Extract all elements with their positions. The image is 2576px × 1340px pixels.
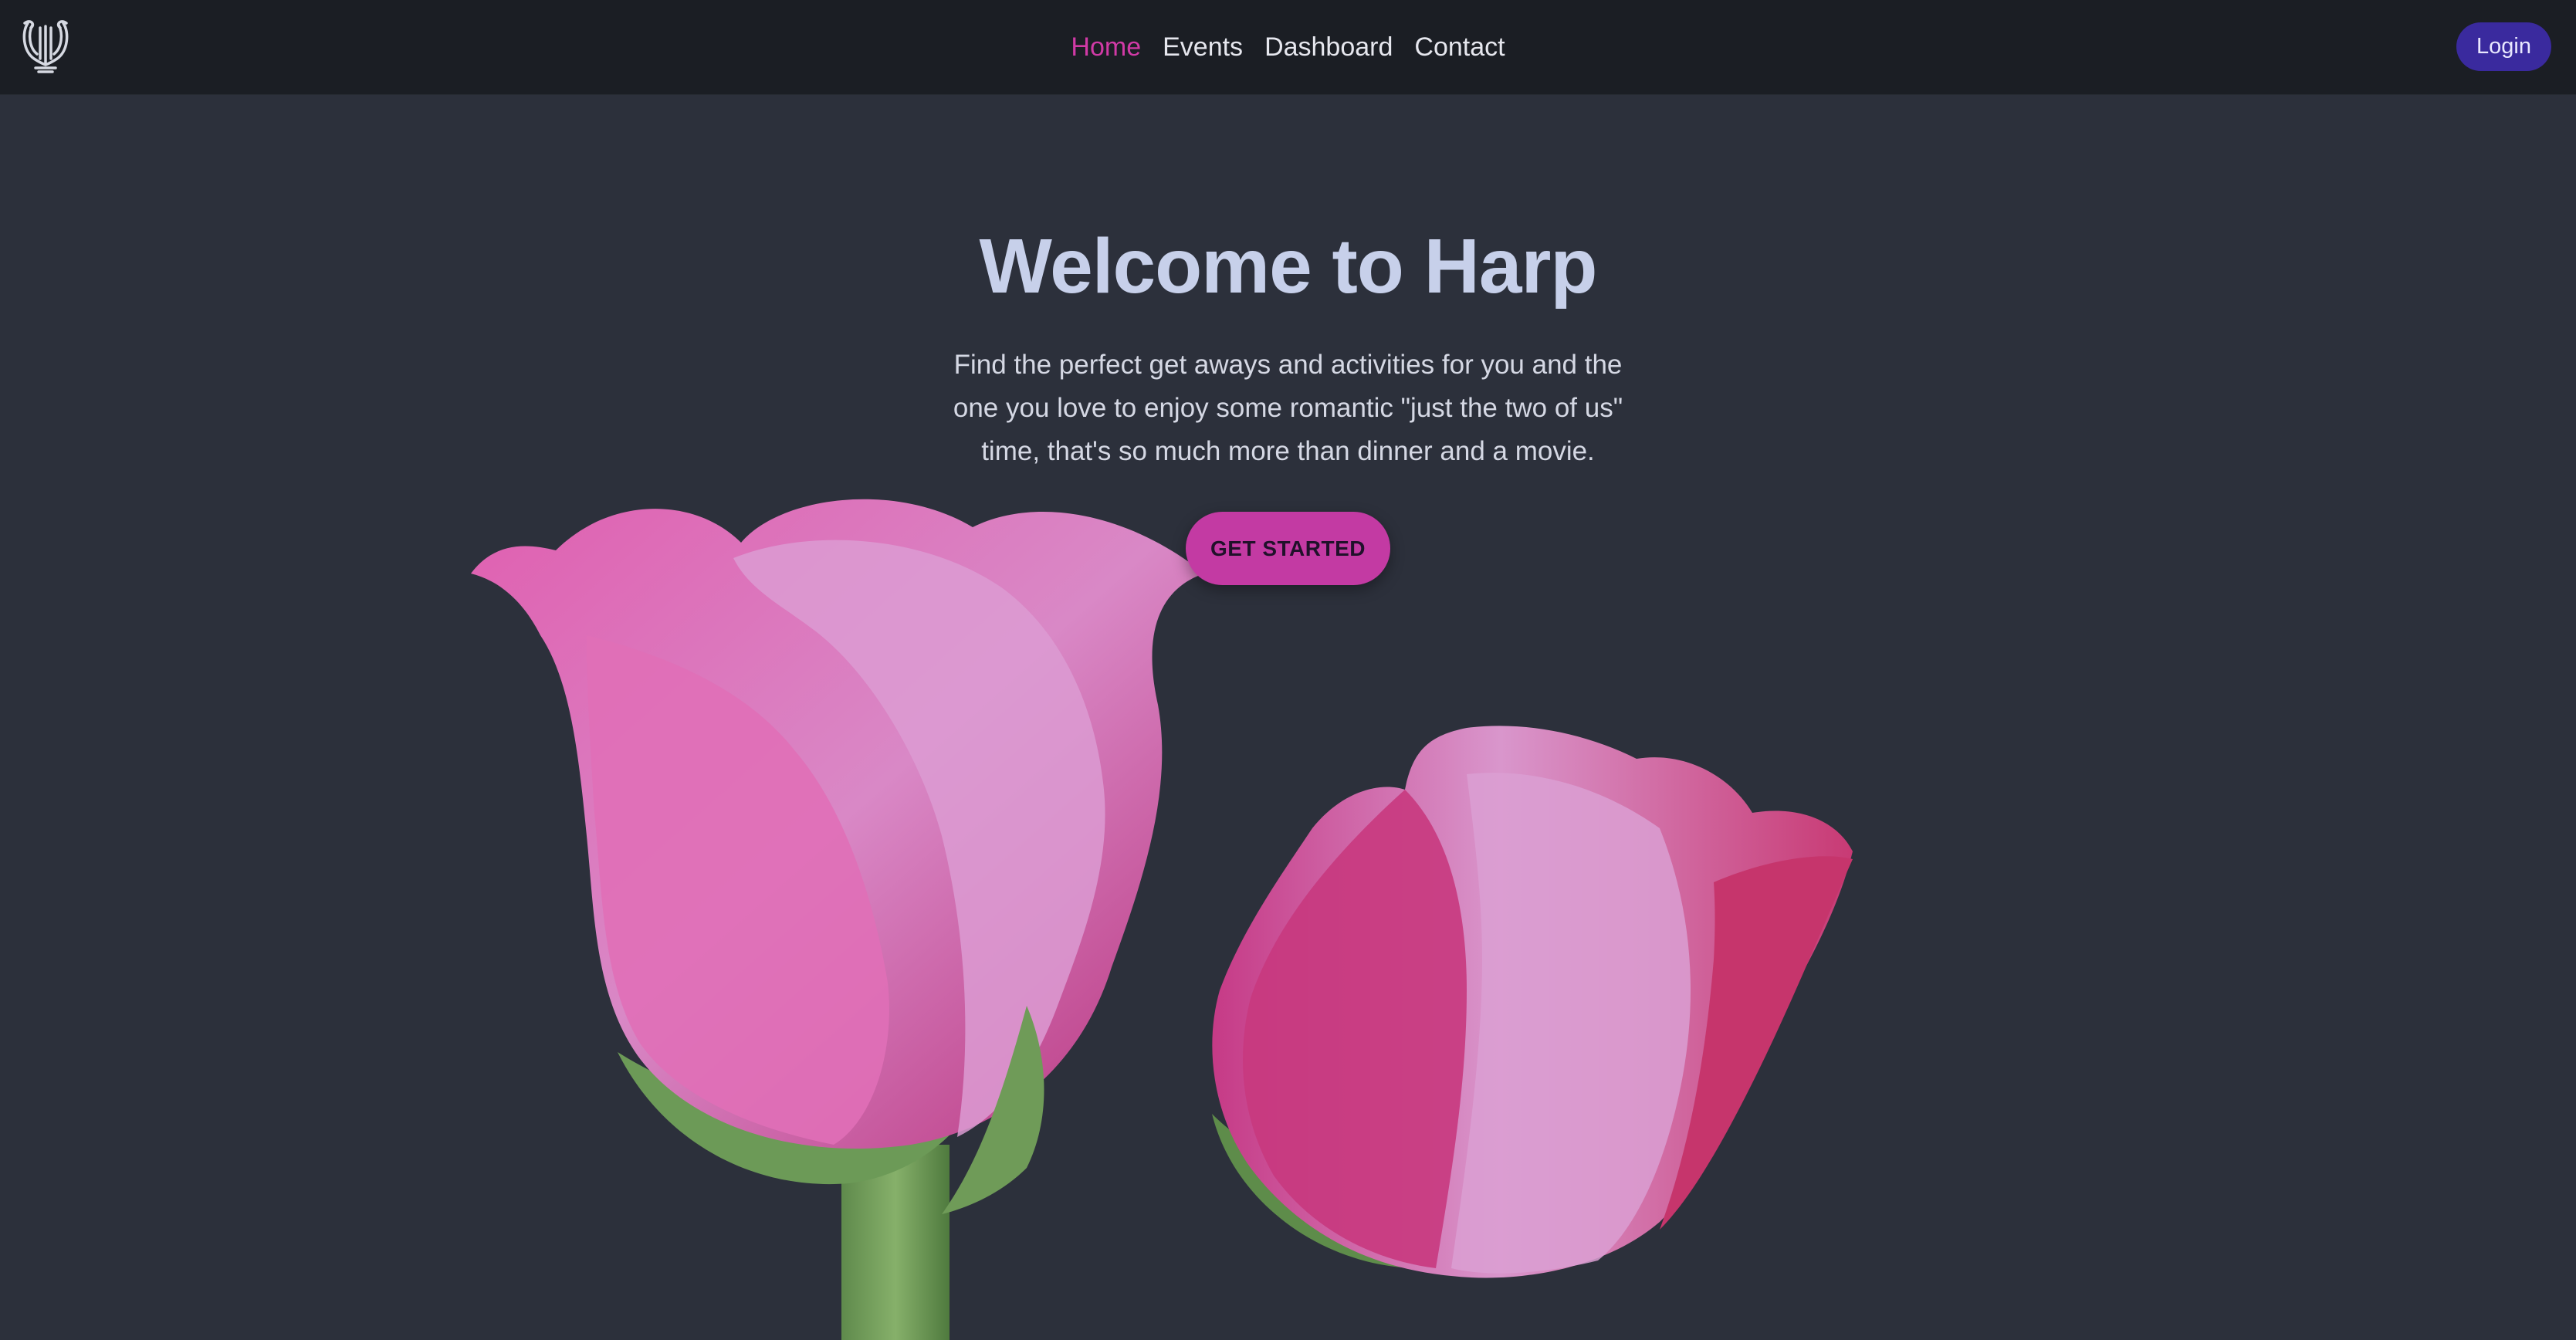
hero-content: Welcome to Harp Find the perfect get awa… (0, 220, 2576, 585)
hero-title: Welcome to Harp (979, 223, 1598, 310)
nav-link-dashboard[interactable]: Dashboard (1263, 32, 1394, 63)
top-navbar: Home Events Dashboard Contact Login (0, 0, 2576, 95)
nav-link-events[interactable]: Events (1161, 32, 1244, 63)
login-button[interactable]: Login (2456, 22, 2551, 71)
hero-description: Find the perfect get aways and activitie… (953, 350, 1623, 466)
hero-section: Welcome to Harp Find the perfect get awa… (0, 95, 2576, 1340)
get-started-button[interactable]: GET STARTED (1186, 512, 1390, 585)
nav-link-contact[interactable]: Contact (1413, 32, 1506, 63)
main-nav: Home Events Dashboard Contact (0, 0, 2576, 94)
left-rose (471, 499, 1204, 1340)
nav-link-home[interactable]: Home (1069, 32, 1142, 63)
right-rose (1212, 726, 1853, 1278)
